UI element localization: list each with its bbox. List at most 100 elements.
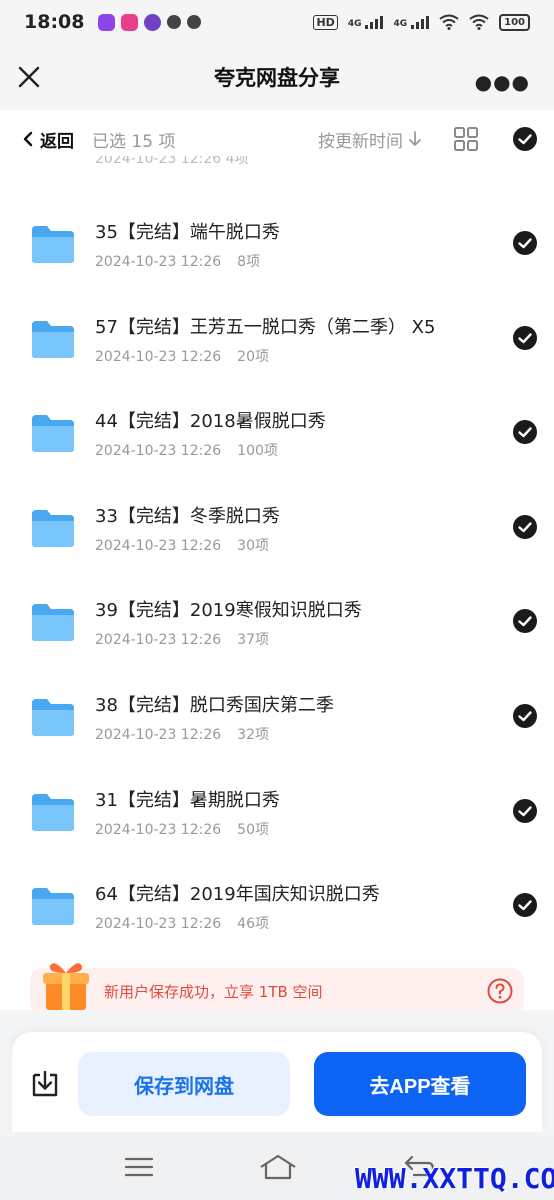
- signal-icon: 4G: [393, 15, 430, 29]
- file-date: 2024-10-23 12:26: [95, 726, 222, 743]
- list-toolbar: 返回 已选 15 项 按更新时间: [0, 110, 554, 168]
- file-count: 32项: [237, 726, 269, 743]
- item-checkbox[interactable]: [513, 609, 537, 634]
- bottom-action-bar: 保存到网盘 去APP查看: [12, 1032, 542, 1132]
- folder-icon: [32, 509, 74, 547]
- file-count: 46项: [237, 916, 269, 933]
- page-title: 夸克网盘分享: [214, 66, 340, 90]
- gift-icon: [43, 963, 89, 1010]
- file-meta: 2024-10-23 12:26 20项: [95, 346, 269, 366]
- select-all-checkbox[interactable]: [513, 127, 537, 151]
- file-count: 20项: [237, 348, 269, 365]
- file-date: 2024-10-23 12:26: [95, 821, 222, 838]
- file-date: 2024-10-23 12:26: [95, 632, 222, 649]
- folder-icon: [32, 698, 74, 736]
- item-checkbox[interactable]: [513, 514, 537, 539]
- file-count: 8项: [237, 254, 261, 270]
- hd-badge: HD: [313, 14, 338, 30]
- file-date: 2024-10-23 12:26: [95, 443, 222, 460]
- file-name: 44【完结】2018暑假脱口秀: [95, 411, 326, 433]
- status-app-icons: [98, 13, 202, 31]
- item-checkbox[interactable]: [513, 703, 537, 728]
- status-time: 18:08: [24, 11, 85, 33]
- sort-label: 按更新时间: [318, 131, 403, 152]
- file-date: 2024-10-23 12:26: [95, 348, 222, 365]
- close-icon[interactable]: [16, 64, 42, 90]
- sort-button[interactable]: 按更新时间: [318, 127, 423, 152]
- file-count: 50项: [237, 821, 269, 838]
- file-name: 39【完结】2019寒假知识脱口秀: [95, 600, 362, 622]
- menu-icon[interactable]: [124, 1156, 154, 1178]
- folder-icon: [32, 226, 74, 263]
- file-item[interactable]: 31【完结】暑期脱口秀 2024-10-23 12:26 50项: [0, 752, 554, 847]
- file-meta: 2024-10-23 12:26 8项: [95, 251, 260, 271]
- file-date: 2024-10-23 12:26: [95, 254, 222, 270]
- file-name: 35【完结】端午脱口秀: [95, 222, 280, 243]
- chevron-left-icon: [23, 131, 33, 147]
- file-name: 57【完结】王芳五一脱口秀（第二季） X5: [95, 316, 436, 338]
- folder-icon: [32, 888, 74, 926]
- help-icon[interactable]: [487, 978, 513, 1004]
- app-notification-icon: [98, 13, 116, 31]
- battery-indicator: 100: [499, 13, 530, 31]
- file-item[interactable]: 33【完结】冬季脱口秀 2024-10-23 12:26 30项: [0, 468, 554, 563]
- network-type: 4G: [393, 19, 408, 29]
- back-button[interactable]: 返回: [22, 127, 74, 152]
- message-icon: [187, 15, 202, 29]
- app-notification-icon: [144, 13, 162, 31]
- file-item[interactable]: 44【完结】2018暑假脱口秀 2024-10-23 12:26 100项: [0, 373, 554, 468]
- network-type: 4G: [347, 19, 362, 29]
- file-name: 64【完结】2019年国庆知识脱口秀: [95, 884, 380, 906]
- file-meta: 2024-10-23 12:26 37项: [95, 629, 269, 649]
- item-checkbox[interactable]: [513, 798, 537, 823]
- file-item[interactable]: 57【完结】王芳五一脱口秀（第二季） X5 2024-10-23 12:26 20…: [0, 279, 554, 374]
- file-list: 35【完结】端午脱口秀 2024-10-23 12:26 8项 57【完结】王芳五…: [0, 184, 554, 941]
- item-checkbox[interactable]: [513, 893, 537, 918]
- wifi-icon: [439, 14, 459, 30]
- file-meta: 2024-10-23 12:26 46项: [95, 913, 269, 933]
- folder-icon: [32, 320, 74, 358]
- file-count: 37项: [237, 632, 269, 649]
- item-checkbox[interactable]: [513, 325, 537, 350]
- file-item[interactable]: 64【完结】2019年国庆知识脱口秀 2024-10-23 12:26 46项: [0, 846, 554, 941]
- file-name: 38【完结】脱口秀国庆第二季: [95, 694, 334, 716]
- file-name: 33【完结】冬季脱口秀: [95, 505, 280, 527]
- promo-banner[interactable]: 新用户保存成功，立享 1TB 空间: [30, 963, 524, 1014]
- open-app-button[interactable]: 去APP查看: [314, 1052, 526, 1116]
- file-meta: 2024-10-23 12:26 30项: [95, 535, 269, 555]
- file-item[interactable]: 35【完结】端午脱口秀 2024-10-23 12:26 8项: [0, 184, 554, 279]
- app-notification-icon: [121, 13, 139, 31]
- wifi-icon: [469, 14, 489, 30]
- file-meta: 2024-10-23 12:26 50项: [95, 819, 269, 839]
- file-meta: 2024-10-23 12:26 32项: [95, 724, 269, 744]
- file-date: 2024-10-23 12:26: [95, 916, 222, 933]
- download-icon[interactable]: [30, 1069, 60, 1099]
- save-to-drive-button[interactable]: 保存到网盘: [78, 1052, 290, 1116]
- more-options-icon[interactable]: ●●●: [475, 70, 530, 94]
- folder-icon: [32, 793, 74, 831]
- selected-count: 已选 15 项: [92, 131, 176, 152]
- arrow-down-icon: [409, 131, 421, 146]
- file-count: 30项: [237, 537, 269, 554]
- signal-icon: 4G: [348, 15, 384, 29]
- file-item[interactable]: 39【完结】2019寒假知识脱口秀 2024-10-23 12:26 37项: [0, 562, 554, 657]
- item-checkbox[interactable]: [513, 420, 537, 445]
- file-meta: 2024-10-23 12:26 100项: [95, 440, 278, 460]
- app-notification-icon: [167, 15, 182, 29]
- file-name: 31【完结】暑期脱口秀: [95, 789, 280, 811]
- folder-icon: [32, 604, 74, 642]
- file-count: 100项: [237, 443, 278, 460]
- file-item[interactable]: 38【完结】脱口秀国庆第二季 2024-10-23 12:26 32项: [0, 657, 554, 752]
- item-checkbox[interactable]: [513, 231, 537, 255]
- file-date: 2024-10-23 12:26: [95, 537, 222, 554]
- home-icon[interactable]: [258, 1153, 298, 1181]
- status-bar: 18:08 HD 4G 4G 100: [0, 0, 554, 44]
- folder-icon: [32, 415, 74, 453]
- grid-view-icon[interactable]: [453, 126, 479, 152]
- promo-text: 新用户保存成功，立享 1TB 空间: [104, 982, 323, 1001]
- title-bar: 夸克网盘分享 ●●●: [0, 44, 554, 110]
- status-indicators: HD 4G 4G 100: [313, 13, 530, 31]
- back-label: 返回: [40, 131, 74, 152]
- watermark: WWW.XXTTQ.COM: [355, 1162, 554, 1195]
- partially-hidden-row-meta: 2024-10-23 12:26 4项: [95, 156, 249, 167]
